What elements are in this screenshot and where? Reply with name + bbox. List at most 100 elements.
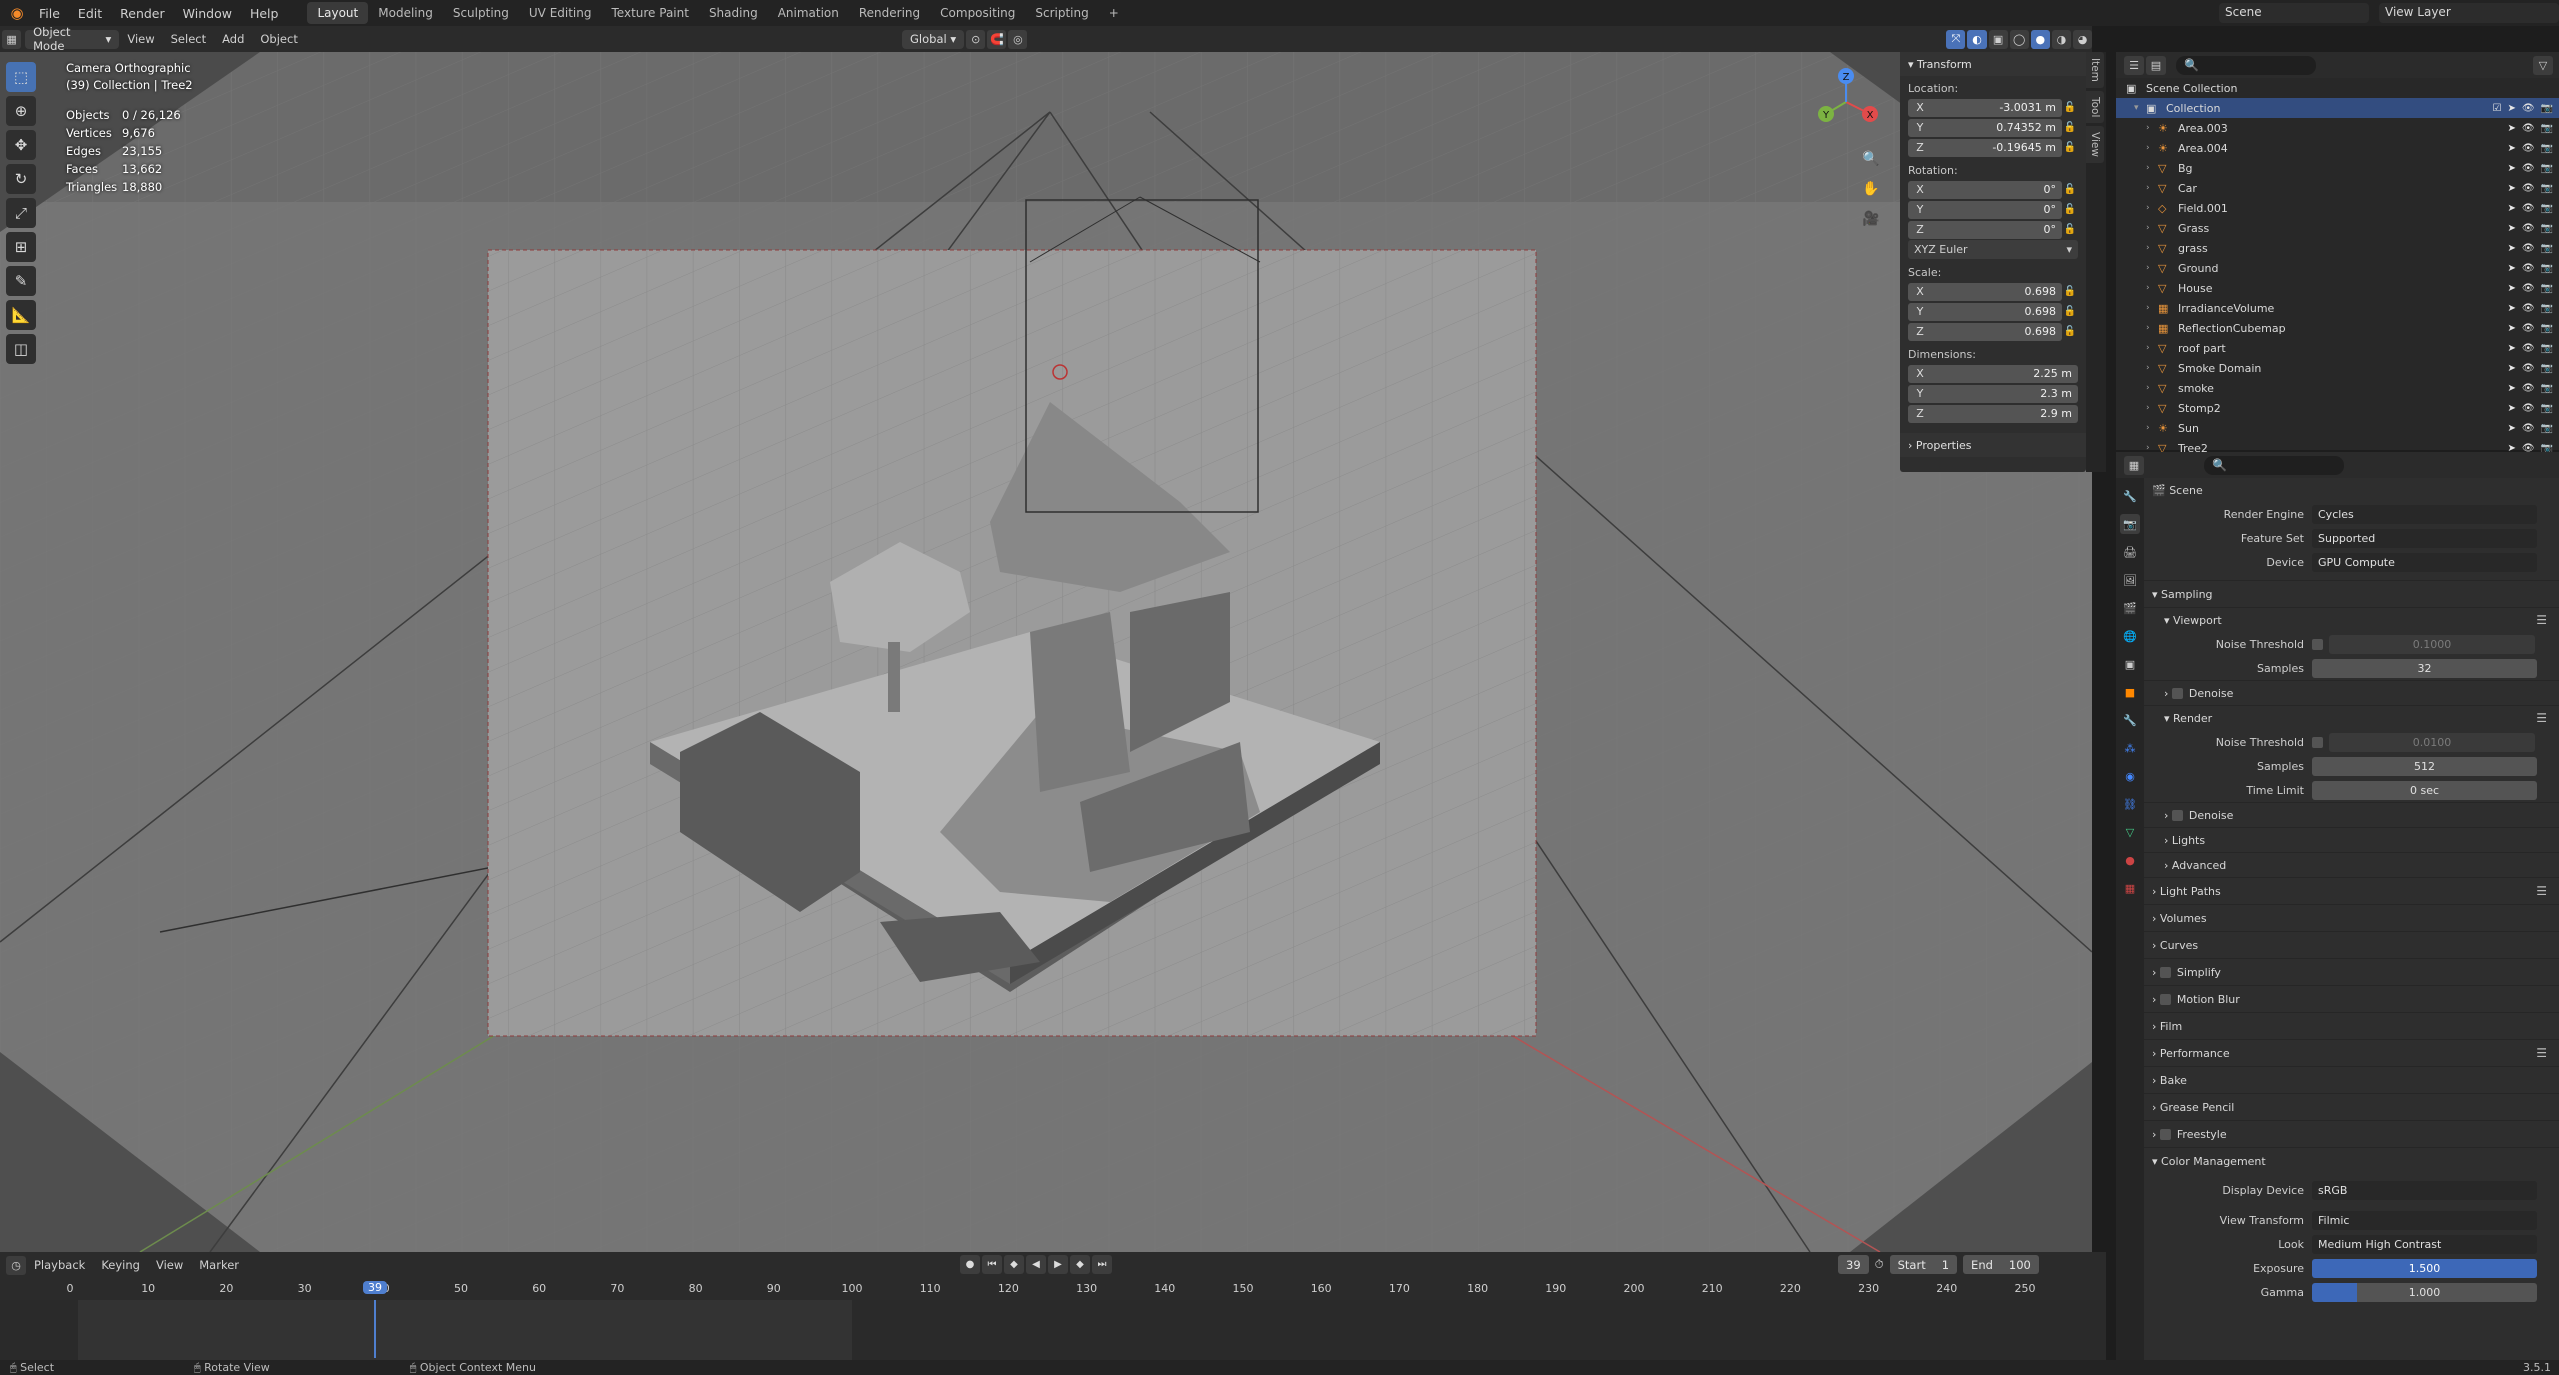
blender-logo-icon[interactable]: ◉ [4,3,30,23]
workspace-tab-animation[interactable]: Animation [768,2,849,24]
overlay-toggle-icon[interactable]: ◐ [1967,29,1987,49]
scale-tool-icon[interactable]: ⤢ [6,198,36,228]
select-icon[interactable]: ➤ [2507,103,2515,114]
eye-icon[interactable]: 👁 [2522,123,2535,134]
eye-icon[interactable]: 👁 [2522,423,2535,434]
menu-render[interactable]: Render [111,6,174,21]
eye-icon[interactable]: 👁 [2522,103,2535,114]
section-motion-blur[interactable]: › Motion Blur [2144,985,2559,1012]
workspace-tab-uv-editing[interactable]: UV Editing [519,2,602,24]
select-icon[interactable]: ➤ [2507,283,2515,294]
camera-view-icon[interactable]: 🎥 [1858,206,1884,232]
viewport-menu-select[interactable]: Select [163,32,214,46]
camera-icon[interactable]: 📷 [2541,283,2553,294]
lock-icon[interactable]: 🔓 [2062,184,2078,195]
scale-y-field[interactable]: Y 0.698 🔓 [1908,302,2078,321]
expand-arrow-icon[interactable]: › [2146,323,2158,333]
expand-arrow-icon[interactable]: › [2146,263,2158,273]
expand-arrow-icon[interactable]: › [2146,363,2158,373]
section-sampling[interactable]: ▾ Sampling [2144,580,2559,607]
eye-icon[interactable]: 👁 [2522,283,2535,294]
section-viewport-denoise[interactable]: › Denoise [2144,680,2559,705]
outliner-search-input[interactable]: 🔍 [2176,55,2316,75]
presets-list-icon[interactable]: ☰ [2536,1046,2547,1060]
lock-icon[interactable]: 🔓 [2062,142,2078,153]
rotation-mode-dropdown[interactable]: XYZ Euler ▾ [1908,240,2078,259]
select-icon[interactable]: ➤ [2507,243,2515,254]
section-volumes[interactable]: › Volumes [2144,904,2559,931]
workspace-tab-texture-paint[interactable]: Texture Paint [602,2,699,24]
lock-icon[interactable]: 🔓 [2062,326,2078,337]
eye-icon[interactable]: 👁 [2522,363,2535,374]
location-z-field[interactable]: Z -0.19645 m 🔓 [1908,138,2078,157]
camera-icon[interactable]: 📷 [2541,263,2553,274]
properties-editor-type-icon[interactable]: ▦ [2124,455,2144,475]
section-render[interactable]: ▾ Render ☰ [2144,705,2559,730]
measure-tool-icon[interactable]: 📐 [6,300,36,330]
select-icon[interactable]: ➤ [2507,203,2515,214]
denoise-checkbox[interactable] [2171,687,2183,699]
expand-arrow-icon[interactable]: › [2146,423,2158,433]
timeline-menu-marker[interactable]: Marker [191,1258,247,1272]
expand-arrow-icon[interactable]: › [2146,223,2158,233]
expand-arrow-icon[interactable]: › [2146,303,2158,313]
select-icon[interactable]: ➤ [2507,363,2515,374]
render-samples-field[interactable]: 512 [2312,756,2537,776]
section-simplify[interactable]: › Simplify [2144,958,2559,985]
eye-icon[interactable]: 👁 [2522,263,2535,274]
timeline-menu-playback[interactable]: Playback [26,1258,93,1272]
camera-icon[interactable]: 📷 [2541,123,2553,134]
freestyle-checkbox[interactable] [2159,1128,2171,1140]
expand-arrow-icon[interactable]: › [2146,123,2158,133]
checkbox-icon[interactable]: ☑ [2492,103,2501,114]
camera-icon[interactable]: 📷 [2541,423,2553,434]
add-workspace-button[interactable]: + [1099,2,1129,24]
viewport-menu-view[interactable]: View [119,32,162,46]
expand-arrow-icon[interactable]: › [2146,403,2158,413]
workspace-tab-scripting[interactable]: Scripting [1025,2,1098,24]
annotate-tool-icon[interactable]: ✎ [6,266,36,296]
rotation-y-field[interactable]: Y 0° 🔓 [1908,200,2078,219]
outliner-item[interactable]: › ☀ Area.003 ➤ 👁 📷 [2116,118,2559,138]
outliner-item[interactable]: › ▽ Ground ➤ 👁 📷 [2116,258,2559,278]
current-frame-badge[interactable]: 39 [362,1281,387,1294]
presets-list-icon[interactable]: ☰ [2536,884,2547,898]
lock-icon[interactable]: 🔓 [2062,102,2078,113]
expand-arrow-icon[interactable]: › [2146,203,2158,213]
outliner-item[interactable]: › ▽ Smoke Domain ➤ 👁 📷 [2116,358,2559,378]
lock-icon[interactable]: 🔓 [2062,122,2078,133]
mode-dropdown[interactable]: Object Mode ▾ [25,25,120,53]
outliner-item[interactable]: › ▽ smoke ➤ 👁 📷 [2116,378,2559,398]
scale-z-field[interactable]: Z 0.698 🔓 [1908,322,2078,341]
eye-icon[interactable]: 👁 [2522,183,2535,194]
select-icon[interactable]: ➤ [2507,303,2515,314]
tab-view[interactable]: View [2086,126,2104,164]
outliner-item[interactable]: › ☀ Sun ➤ 👁 📷 [2116,418,2559,438]
outliner-editor-type-icon[interactable]: ☰ [2124,55,2144,75]
outliner-item[interactable]: › ▽ grass ➤ 👁 📷 [2116,238,2559,258]
menu-window[interactable]: Window [174,6,241,21]
eye-icon[interactable]: 👁 [2522,343,2535,354]
viewport-menu-object[interactable]: Object [252,32,305,46]
particles-tab-icon[interactable]: ⁂ [2120,738,2140,758]
lock-icon[interactable]: 🔓 [2062,286,2078,297]
texture-tab-icon[interactable]: ▦ [2120,878,2140,898]
start-frame-field[interactable]: Start 1 [1889,1255,1958,1274]
lock-icon[interactable]: 🔓 [2062,224,2078,235]
expand-arrow-icon[interactable]: › [2146,163,2158,173]
properties-search-input[interactable]: 🔍 [2204,455,2344,475]
outliner-item[interactable]: › ▽ roof part ➤ 👁 📷 [2116,338,2559,358]
view-layer-tab-icon[interactable]: 🖼 [2120,570,2140,590]
outliner-item[interactable]: › ▽ Bg ➤ 👁 📷 [2116,158,2559,178]
select-icon[interactable]: ➤ [2507,403,2515,414]
menu-file[interactable]: File [30,6,69,21]
collection-tab-icon[interactable]: ▣ [2120,654,2140,674]
section-lights[interactable]: › Lights [2144,827,2559,852]
feature-set-dropdown[interactable]: Supported [2312,528,2537,548]
select-icon[interactable]: ➤ [2507,163,2515,174]
display-mode-icon[interactable]: ▤ [2146,55,2166,75]
section-viewport[interactable]: ▾ Viewport ☰ [2144,607,2559,632]
timeline-menu-keying[interactable]: Keying [93,1258,148,1272]
dimensions-x-field[interactable]: X 2.25 m [1908,364,2078,383]
eye-icon[interactable]: 👁 [2522,303,2535,314]
